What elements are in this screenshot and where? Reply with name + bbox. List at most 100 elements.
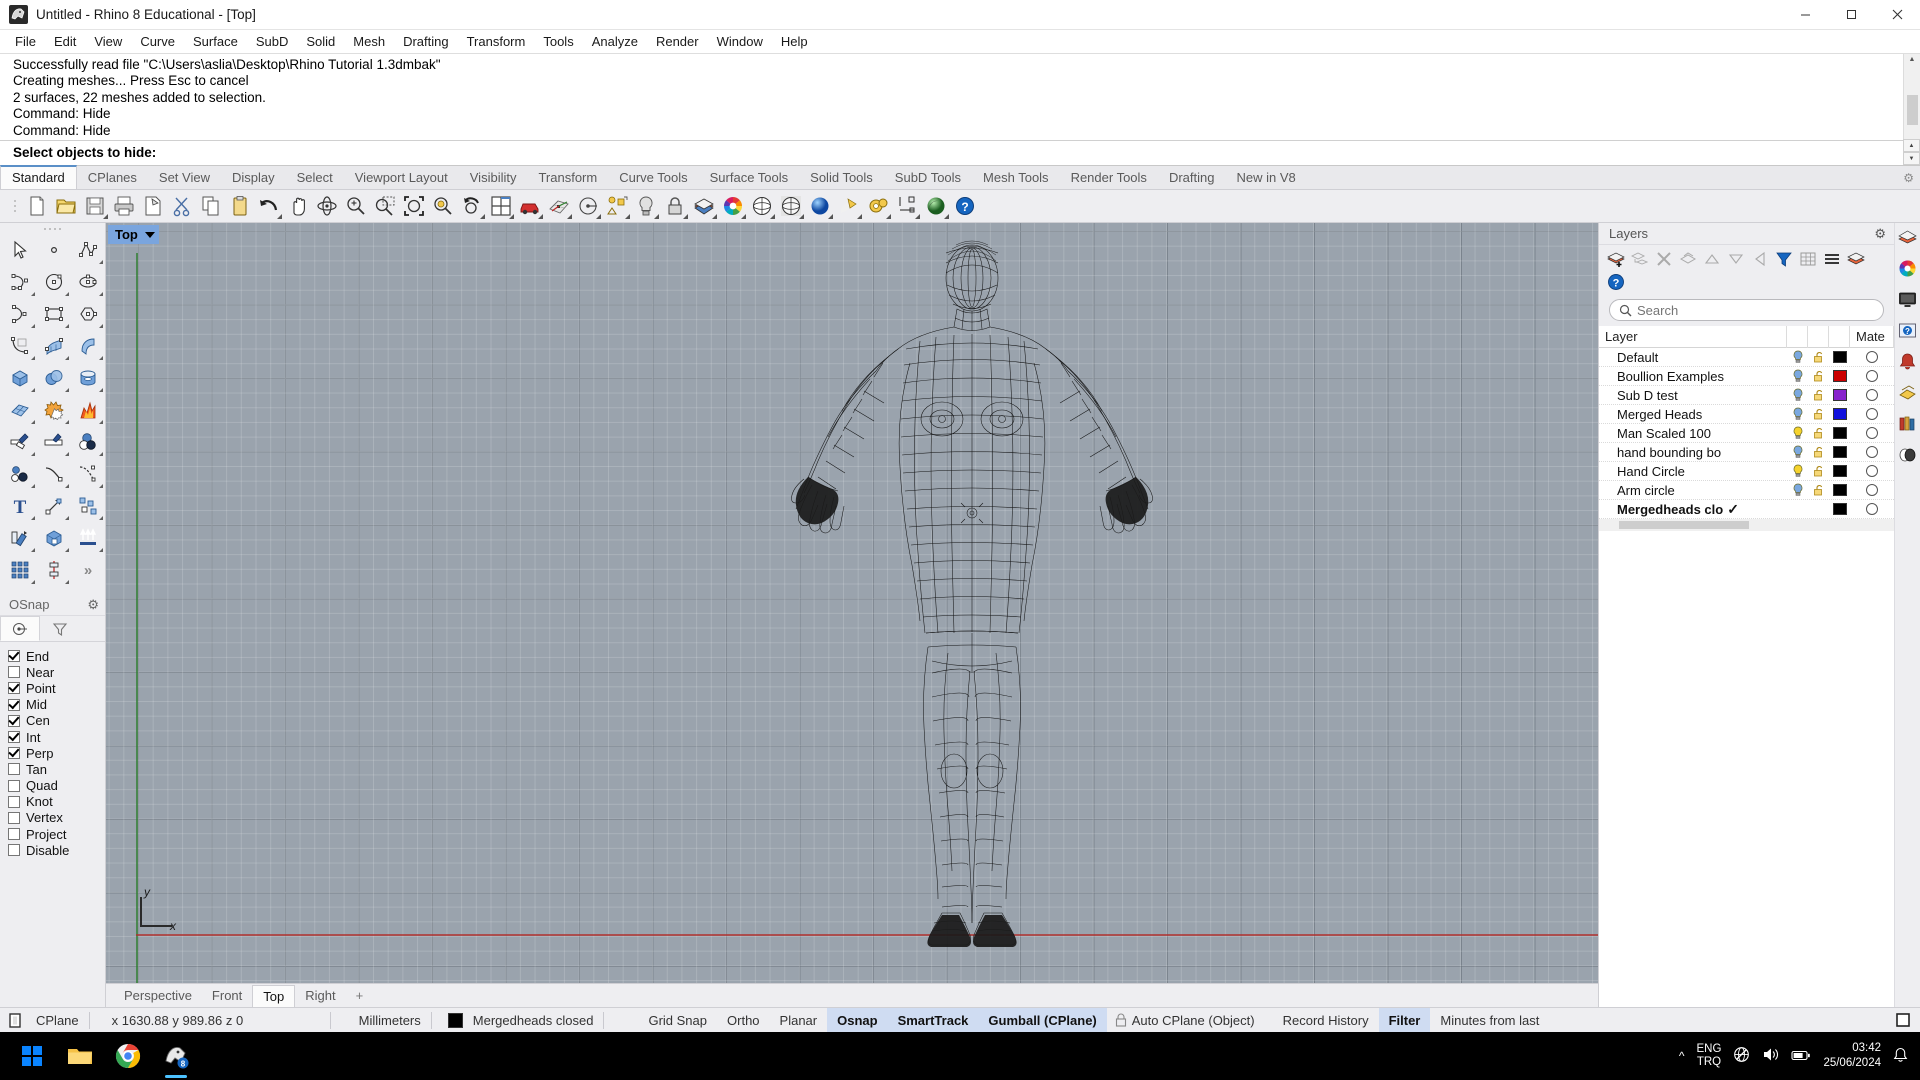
checkbox[interactable] bbox=[8, 795, 20, 808]
materials-rail-icon[interactable] bbox=[1897, 382, 1919, 402]
render-icon[interactable] bbox=[835, 192, 863, 220]
chrome-icon[interactable] bbox=[104, 1032, 152, 1080]
tab-standard[interactable]: Standard bbox=[0, 165, 77, 189]
layer-material-swatch[interactable] bbox=[1850, 351, 1894, 363]
lock-icon[interactable] bbox=[661, 192, 689, 220]
osnap-item-cen[interactable]: Cen bbox=[8, 713, 105, 729]
layer-row[interactable]: Merged Heads bbox=[1599, 405, 1894, 424]
menu-surface[interactable]: Surface bbox=[184, 31, 247, 52]
more-tools-icon[interactable]: » bbox=[71, 554, 105, 586]
extrude-surface-icon[interactable] bbox=[71, 330, 105, 362]
osnap-item-mid[interactable]: Mid bbox=[8, 697, 105, 713]
array-direction-icon[interactable] bbox=[71, 522, 105, 554]
boolean-difference-icon[interactable] bbox=[71, 426, 105, 458]
osnap-item-point[interactable]: Point bbox=[8, 680, 105, 696]
osnap-item-int[interactable]: Int bbox=[8, 729, 105, 745]
command-prompt[interactable]: Select objects to hide: bbox=[0, 141, 1920, 165]
polyline-icon[interactable] bbox=[71, 234, 105, 266]
osnap-item-perp[interactable]: Perp bbox=[8, 745, 105, 761]
layer-name[interactable]: Default bbox=[1599, 350, 1787, 365]
tab-display[interactable]: Display bbox=[221, 165, 286, 189]
column-material[interactable]: Mate bbox=[1850, 326, 1894, 348]
curve-from-objects-icon[interactable] bbox=[71, 458, 105, 490]
boolean-union-icon[interactable] bbox=[37, 394, 71, 426]
filter-toggle[interactable]: Filter bbox=[1378, 1007, 1431, 1033]
named-cplane-icon[interactable] bbox=[574, 192, 602, 220]
menu-render[interactable]: Render bbox=[647, 31, 708, 52]
light-bulb-icon[interactable] bbox=[632, 192, 660, 220]
column-color[interactable] bbox=[1829, 326, 1850, 348]
trim-icon[interactable] bbox=[3, 426, 37, 458]
layer-material-swatch[interactable] bbox=[1850, 408, 1894, 420]
rhino-icon[interactable]: 8 bbox=[152, 1032, 200, 1080]
notification-bell-rail-icon[interactable] bbox=[1897, 351, 1919, 371]
menu-window[interactable]: Window bbox=[708, 31, 772, 52]
layer-name[interactable]: Merged Heads bbox=[1599, 407, 1787, 422]
layer-lock-icon[interactable] bbox=[1808, 484, 1829, 497]
layer-color-swatch[interactable] bbox=[1829, 351, 1850, 363]
library-rail-icon[interactable] bbox=[1897, 413, 1919, 433]
checkbox[interactable] bbox=[8, 828, 20, 841]
layer-row[interactable]: Mergedheads clo ✓ bbox=[1599, 500, 1894, 519]
text-icon[interactable]: T bbox=[3, 490, 37, 522]
layer-row[interactable]: Arm circle bbox=[1599, 481, 1894, 500]
delete-layer-icon[interactable] bbox=[1652, 248, 1675, 270]
layer-name[interactable]: Hand Circle bbox=[1599, 464, 1787, 479]
help-icon[interactable]: ? bbox=[951, 192, 979, 220]
color-wheel-icon[interactable] bbox=[719, 192, 747, 220]
osnap-item-tan[interactable]: Tan bbox=[8, 761, 105, 777]
command-spinner[interactable]: ▲ ▼ bbox=[1903, 139, 1920, 165]
point-icon[interactable] bbox=[37, 234, 71, 266]
ghosted-view-icon[interactable] bbox=[777, 192, 805, 220]
layer-color-swatch[interactable] bbox=[1829, 408, 1850, 420]
osnap-item-end[interactable]: End bbox=[8, 648, 105, 664]
layer-name[interactable]: hand bounding bo bbox=[1599, 445, 1787, 460]
rectangle-icon[interactable] bbox=[37, 298, 71, 330]
checkbox[interactable] bbox=[8, 666, 20, 679]
move-layer-left-icon[interactable] bbox=[1748, 248, 1771, 270]
auto-cplane-label[interactable]: Auto CPlane (Object) bbox=[1130, 1008, 1265, 1033]
gear-icon[interactable]: ⚙ bbox=[1874, 226, 1886, 242]
gear-icon[interactable]: ⚙ bbox=[87, 597, 99, 613]
notification-bell-icon[interactable] bbox=[1893, 1047, 1908, 1066]
osnap-item-quad[interactable]: Quad bbox=[8, 778, 105, 794]
layers-hscrollbar[interactable] bbox=[1599, 519, 1894, 531]
layer-material-swatch[interactable] bbox=[1850, 389, 1894, 401]
toggle-ortho[interactable]: Ortho bbox=[717, 1008, 770, 1033]
fillet-curve-icon[interactable] bbox=[3, 330, 37, 362]
toggle-gumball[interactable]: Gumball (CPlane) bbox=[978, 1007, 1107, 1033]
layer-lock-icon[interactable] bbox=[1808, 465, 1829, 478]
layer-lock-icon[interactable] bbox=[1808, 408, 1829, 421]
layer-visibility-bulb-icon[interactable] bbox=[1787, 350, 1808, 364]
osnap-item-project[interactable]: Project bbox=[8, 826, 105, 842]
tab-drafting[interactable]: Drafting bbox=[1158, 165, 1226, 189]
help-icon[interactable]: ? bbox=[1604, 271, 1627, 293]
checkbox[interactable] bbox=[8, 779, 20, 792]
ellipse-icon[interactable] bbox=[71, 266, 105, 298]
language-indicator[interactable]: ENG TRQ bbox=[1697, 1043, 1722, 1069]
osnap-tab-icon[interactable] bbox=[0, 616, 40, 641]
environment-icon[interactable] bbox=[922, 192, 950, 220]
tab-new-in-v8[interactable]: New in V8 bbox=[1225, 165, 1306, 189]
help-rail-icon[interactable]: ? bbox=[1897, 320, 1919, 340]
checkbox[interactable] bbox=[8, 811, 20, 824]
layer-material-swatch[interactable] bbox=[1850, 484, 1894, 496]
open-file-icon[interactable] bbox=[52, 192, 80, 220]
command-history[interactable]: Successfully read file "C:\Users\aslia\D… bbox=[0, 54, 1920, 140]
display-rail-icon[interactable] bbox=[1897, 289, 1919, 309]
layer-row[interactable]: Hand Circle bbox=[1599, 462, 1894, 481]
column-layer[interactable]: Layer bbox=[1599, 326, 1787, 348]
car-render-icon[interactable] bbox=[516, 192, 544, 220]
tab-curve-tools[interactable]: Curve Tools bbox=[608, 165, 698, 189]
spin-down-icon[interactable]: ▼ bbox=[1903, 152, 1920, 165]
undo-view-change-icon[interactable] bbox=[458, 192, 486, 220]
clock[interactable]: 03:42 25/06/2024 bbox=[1823, 1041, 1881, 1071]
dimension-icon[interactable] bbox=[893, 192, 921, 220]
circle-icon[interactable] bbox=[37, 266, 71, 298]
viewport-tab-right[interactable]: Right bbox=[295, 985, 345, 1006]
zoom-in-icon[interactable] bbox=[342, 192, 370, 220]
new-file-icon[interactable] bbox=[23, 192, 51, 220]
mirror-icon[interactable] bbox=[37, 554, 71, 586]
add-viewport-tab-icon[interactable]: + bbox=[346, 988, 374, 1003]
cut-icon[interactable] bbox=[168, 192, 196, 220]
